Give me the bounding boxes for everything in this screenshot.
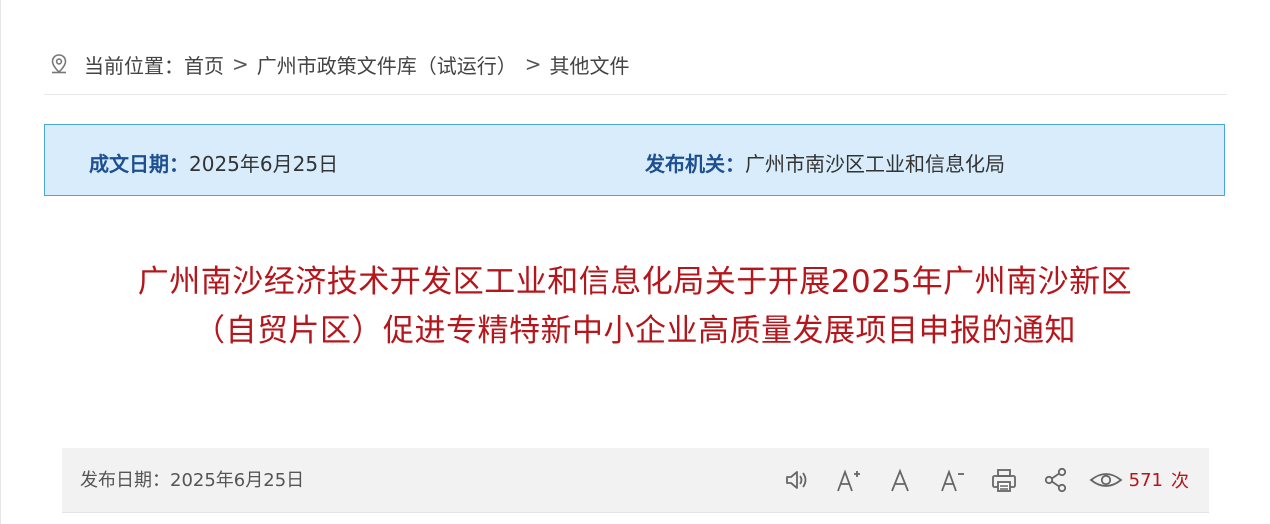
breadcrumb-policy-library-link[interactable]: 广州市政策文件库（试运行）: [257, 50, 517, 79]
view-count: 571 次: [1089, 465, 1189, 495]
document-meta-box: 成文日期：2025年6月25日 发布机关：广州市南沙区工业和信息化局: [44, 124, 1225, 196]
article-toolbar: 发布日期：2025年6月25日 571 次: [62, 448, 1209, 512]
document-title: 广州南沙经济技术开发区工业和信息化局关于开展2025年广州南沙新区（自贸片区）促…: [137, 264, 1133, 349]
breadcrumb-home-link[interactable]: 首页: [184, 50, 224, 79]
page-left-border: [0, 0, 1, 524]
breadcrumb: 当前位置： 首页 > 广州市政策文件库（试运行） > 其他文件: [48, 46, 630, 82]
breadcrumb-label: 当前位置：: [84, 53, 184, 78]
breadcrumb-other-files-link[interactable]: 其他文件: [550, 50, 630, 79]
issuing-authority-label: 发布机关：: [645, 152, 745, 176]
issuing-authority: 发布机关：广州市南沙区工业和信息化局: [645, 148, 1005, 177]
breadcrumb-separator: >: [524, 52, 542, 76]
eye-icon: [1089, 465, 1123, 495]
view-count-value: 571: [1128, 469, 1163, 491]
font-decrease-icon[interactable]: [937, 465, 967, 495]
publish-date: 发布日期：2025年6月25日: [80, 470, 305, 491]
issuing-authority-value: 广州市南沙区工业和信息化局: [745, 152, 1005, 176]
share-icon[interactable]: [1041, 465, 1071, 495]
article-tools: 571 次: [759, 448, 1189, 512]
toolbar-divider: [62, 512, 1209, 513]
written-date-value: 2025年6月25日: [189, 152, 339, 176]
written-date-label: 成文日期：: [89, 152, 189, 176]
breadcrumb-divider: [44, 94, 1227, 95]
breadcrumb-separator: >: [232, 52, 249, 76]
location-pin-icon: [48, 53, 70, 75]
font-increase-icon[interactable]: [833, 465, 863, 495]
print-icon[interactable]: [989, 465, 1019, 495]
speaker-icon[interactable]: [781, 465, 811, 495]
written-date: 成文日期：2025年6月25日: [89, 148, 338, 177]
font-reset-icon[interactable]: [885, 465, 915, 495]
view-count-unit: 次: [1171, 471, 1189, 492]
